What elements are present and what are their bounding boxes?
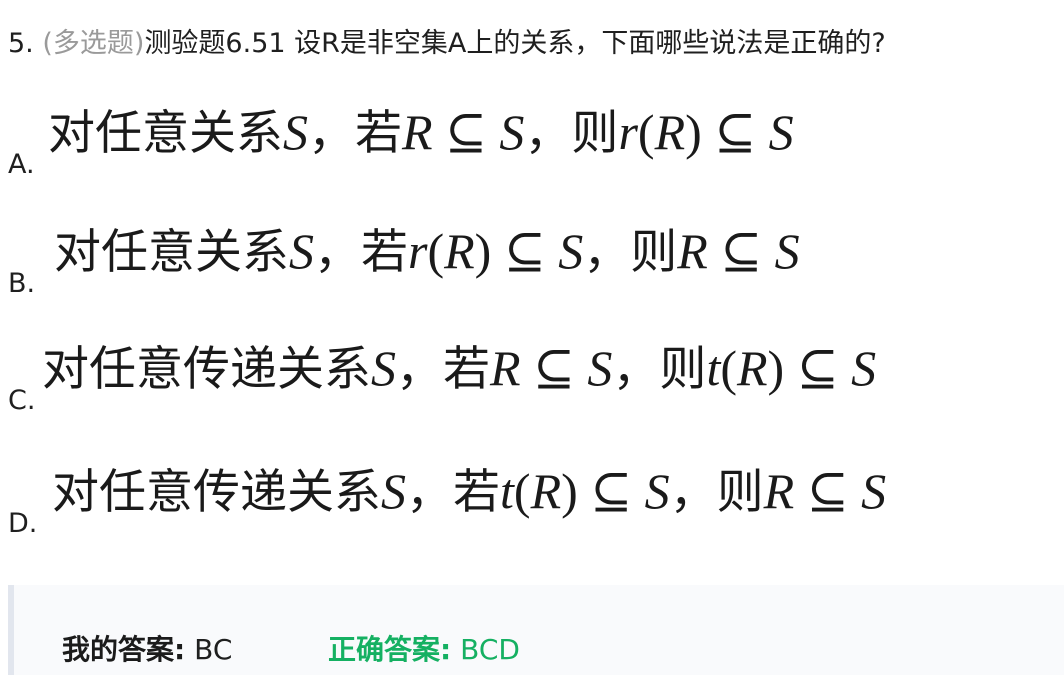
correct-answer-label: 正确答案:: [328, 633, 452, 666]
option-c-letter: C.: [8, 385, 36, 416]
question-stem: 5. (多选题)测验题6.51 设R是非空集A上的关系，下面哪些说法是正确的?: [8, 26, 886, 62]
option-a-letter: A.: [8, 149, 35, 180]
question-text: 测验题6.51 设R是非空集A上的关系，下面哪些说法是正确的?: [144, 28, 886, 59]
option-c-statement: 对任意传递关系S，若R ⊆ S，则t(R) ⊆ S: [42, 340, 877, 397]
my-answer: 我的答案: BC: [62, 632, 232, 668]
option-d-statement: 对任意传递关系S，若t(R) ⊆ S，则R ⊆ S: [52, 463, 887, 520]
question-type: (多选题): [42, 28, 145, 59]
correct-answer-value: BCD: [460, 633, 520, 666]
option-a-statement: 对任意关系S，若R ⊆ S，则r(R) ⊆ S: [48, 104, 794, 161]
option-a[interactable]: A. 对任意关系S，若R ⊆ S，则r(R) ⊆ S: [8, 100, 1048, 180]
option-b-letter: B.: [8, 268, 36, 299]
option-d-letter: D.: [8, 508, 38, 539]
option-c[interactable]: C. 对任意传递关系S，若R ⊆ S，则t(R) ⊆ S: [8, 336, 1048, 416]
question-number: 5.: [8, 28, 34, 59]
option-b[interactable]: B. 对任意关系S，若r(R) ⊆ S，则R ⊆ S: [8, 219, 1048, 299]
my-answer-label: 我的答案:: [62, 633, 186, 666]
my-answer-value: BC: [194, 633, 233, 666]
option-d[interactable]: D. 对任意传递关系S，若t(R) ⊆ S，则R ⊆ S: [8, 459, 1048, 539]
answer-panel: 我的答案: BC 正确答案: BCD: [8, 585, 1064, 675]
correct-answer: 正确答案: BCD: [328, 632, 520, 668]
option-b-statement: 对任意关系S，若r(R) ⊆ S，则R ⊆ S: [54, 223, 800, 280]
